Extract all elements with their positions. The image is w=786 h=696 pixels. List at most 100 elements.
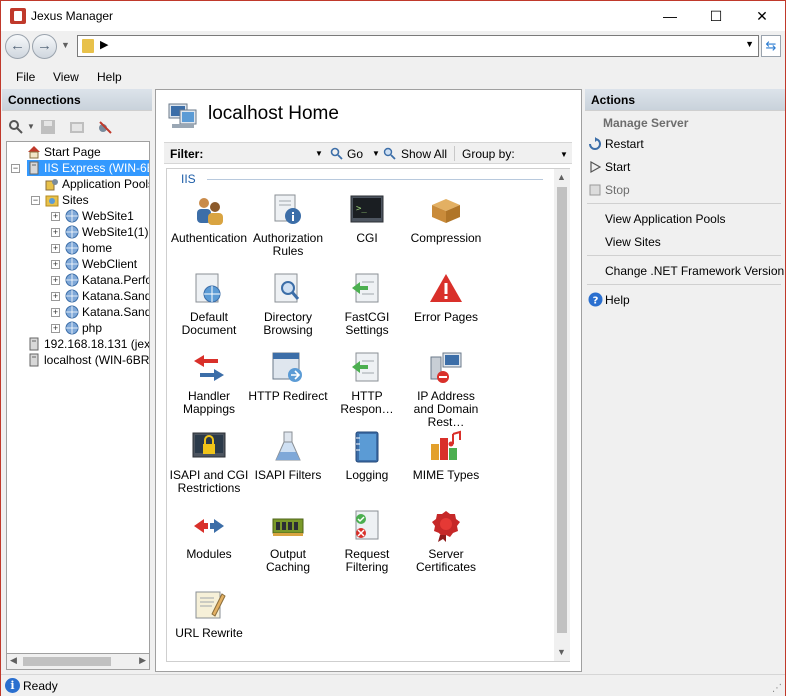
tree-item-site[interactable]: WebSite1(1) — [65, 224, 148, 240]
feature-authorization-rules[interactable]: Authorization Rules — [248, 193, 328, 258]
scroll-right-icon[interactable]: ▶ — [139, 655, 146, 666]
stop-action[interactable]: Stop — [605, 183, 630, 197]
tree-label: Application Pools — [62, 177, 150, 191]
feature-http-response-headers[interactable]: HTTP Respon… — [327, 351, 407, 416]
forward-button[interactable]: → — [32, 34, 57, 59]
scroll-left-icon[interactable]: ◀ — [10, 655, 17, 666]
feature-error-pages[interactable]: Error Pages — [406, 272, 486, 324]
group-by-dropdown-icon[interactable]: ▼ — [560, 150, 568, 159]
expand-toggle[interactable]: + — [51, 292, 60, 301]
minimize-button[interactable]: — — [647, 1, 693, 31]
http-response-icon — [352, 352, 379, 382]
start-action[interactable]: Start — [605, 160, 630, 174]
filter-input[interactable] — [208, 145, 326, 161]
tree-horizontal-scrollbar[interactable]: ◀ ▶ — [6, 654, 150, 670]
show-all-icon[interactable] — [383, 147, 397, 161]
menu-view[interactable]: View — [53, 70, 79, 84]
change-net-framework-action[interactable]: Change .NET Framework Version — [605, 264, 784, 278]
app-pools-icon — [45, 179, 58, 191]
start-page-icon — [28, 146, 40, 159]
scroll-thumb[interactable] — [557, 187, 567, 633]
feature-compression[interactable]: Compression — [406, 193, 486, 245]
expand-toggle[interactable]: + — [51, 324, 60, 333]
menu-file[interactable]: File — [16, 70, 35, 84]
expand-toggle[interactable]: + — [51, 276, 60, 285]
go-icon[interactable] — [330, 147, 344, 161]
feature-label: Handler Mappings — [182, 389, 236, 416]
collapse-toggle[interactable]: − — [11, 164, 20, 173]
address-chevron-icon[interactable]: ▶ — [100, 38, 108, 51]
tree-item-iis-express[interactable]: IIS Express (WIN-6B — [27, 160, 149, 176]
feature-label: Server Certificates — [415, 547, 477, 574]
features-vertical-scrollbar[interactable]: ▲ ▼ — [554, 169, 570, 661]
feature-url-rewrite[interactable]: URL Rewrite — [169, 588, 249, 640]
expand-toggle[interactable]: + — [51, 260, 60, 269]
tree-item-site[interactable]: php — [65, 320, 102, 336]
scroll-up-icon[interactable]: ▲ — [557, 172, 566, 182]
tree-item-application-pools[interactable]: Application Pools — [45, 176, 150, 192]
tree-item-site[interactable]: Katana.Sand — [65, 288, 149, 304]
menu-help[interactable]: Help — [97, 70, 122, 84]
tree-item-start-page[interactable]: Start Page — [27, 144, 101, 160]
expand-toggle[interactable]: + — [51, 212, 60, 221]
feature-label: ISAPI and CGI Restrictions — [169, 468, 249, 495]
feature-logging[interactable]: Logging — [327, 430, 407, 482]
tree-item-site[interactable]: Katana.Sand — [65, 304, 149, 320]
tree-item-remote-server[interactable]: 192.168.18.131 (jexu — [27, 336, 149, 352]
connect-icon[interactable] — [8, 119, 24, 135]
scroll-down-icon[interactable]: ▼ — [557, 647, 566, 657]
cgi-icon: >_ — [350, 195, 384, 223]
go-dropdown-icon[interactable]: ▼ — [372, 149, 380, 158]
feature-handler-mappings[interactable]: Handler Mappings — [169, 351, 249, 416]
show-all-button[interactable]: Show All — [401, 147, 447, 161]
history-dropdown-icon[interactable]: ▼ — [61, 40, 70, 50]
view-sites-action[interactable]: View Sites — [605, 235, 661, 249]
go-button[interactable]: Go — [347, 147, 363, 161]
feature-default-document[interactable]: Default Document — [169, 272, 249, 337]
feature-authentication[interactable]: Authentication — [169, 193, 249, 245]
back-button[interactable]: ← — [5, 34, 30, 59]
filter-dropdown-icon[interactable]: ▼ — [315, 149, 323, 158]
connections-panel: Connections ▼ Start Page − IIS Express (… — [2, 89, 152, 672]
feature-mime-types[interactable]: MIME Types — [406, 430, 486, 482]
restart-action[interactable]: Restart — [605, 137, 644, 151]
connect-dropdown-icon[interactable]: ▼ — [27, 122, 35, 131]
expand-toggle[interactable]: + — [51, 244, 60, 253]
feature-output-caching[interactable]: Output Caching — [248, 509, 328, 574]
maximize-button[interactable]: ☐ — [693, 1, 739, 31]
tree-item-site[interactable]: home — [65, 240, 112, 256]
disconnect-icon[interactable] — [97, 119, 113, 135]
address-bar[interactable]: ▶ ▼ — [77, 35, 759, 57]
feature-isapi-filters[interactable]: ISAPI Filters — [248, 430, 328, 482]
up-level-icon[interactable] — [69, 119, 85, 135]
tree-item-site[interactable]: WebSite1 — [65, 208, 134, 224]
feature-http-redirect[interactable]: HTTP Redirect — [248, 351, 328, 403]
tree-item-localhost[interactable]: localhost (WIN-6BRI — [27, 352, 149, 368]
address-dropdown-icon[interactable]: ▼ — [745, 39, 754, 49]
expand-toggle[interactable]: + — [51, 308, 60, 317]
feature-isapi-cgi-restrictions[interactable]: ISAPI and CGI Restrictions — [169, 430, 249, 495]
tree-item-site[interactable]: Katana.Perfo — [65, 272, 149, 288]
feature-cgi[interactable]: >_ CGI — [327, 193, 407, 245]
feature-server-certificates[interactable]: Server Certificates — [406, 509, 486, 574]
refresh-button[interactable]: ⇆ — [761, 35, 781, 57]
help-action[interactable]: Help — [605, 293, 630, 307]
svg-text:>_: >_ — [356, 204, 367, 214]
collapse-toggle[interactable]: − — [31, 196, 40, 205]
feature-directory-browsing[interactable]: Directory Browsing — [248, 272, 328, 337]
expand-toggle[interactable]: + — [51, 228, 60, 237]
feature-request-filtering[interactable]: Request Filtering — [327, 509, 407, 574]
feature-label: Output Caching — [265, 547, 311, 574]
tree-item-sites[interactable]: Sites — [45, 192, 89, 208]
scroll-thumb[interactable] — [23, 657, 111, 666]
feature-ip-domain-restrictions[interactable]: IP Address and Domain Rest… — [406, 351, 486, 429]
save-icon[interactable] — [40, 119, 56, 135]
resize-grip-icon[interactable]: ⋰ — [772, 683, 782, 694]
close-button[interactable]: ✕ — [739, 1, 785, 31]
feature-modules[interactable]: Modules — [169, 509, 249, 561]
tree-item-site[interactable]: WebClient — [65, 256, 137, 272]
group-by-button[interactable]: Group by: — [462, 147, 515, 161]
globe-icon — [65, 257, 79, 271]
feature-fastcgi-settings[interactable]: FastCGI Settings — [327, 272, 407, 337]
view-application-pools-action[interactable]: View Application Pools — [605, 212, 726, 226]
